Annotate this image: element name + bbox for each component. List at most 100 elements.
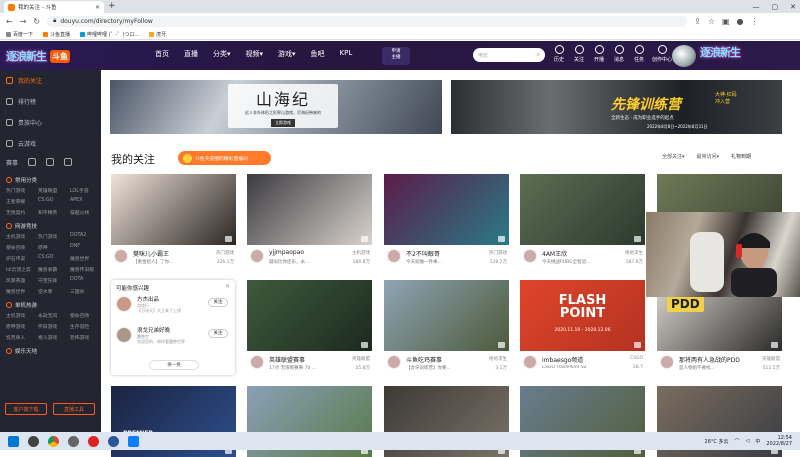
sidebar-category-link[interactable]: 王者荣耀 bbox=[6, 198, 38, 205]
nav-kpl[interactable]: KPL bbox=[340, 49, 353, 59]
sidebar-item-rank[interactable]: 排行榜 bbox=[0, 91, 101, 112]
browser-tab[interactable]: 我的关注 - 斗鱼 ✕ bbox=[4, 1, 104, 13]
wifi-icon[interactable]: ⌒ bbox=[734, 438, 739, 445]
stream-card-info[interactable]: imbaesgo频道 CSGO CSGO FlashPoint S2 28.7 bbox=[520, 351, 645, 385]
sidebar-category-link[interactable]: 和平精英 bbox=[38, 209, 70, 216]
sidebar-category-link[interactable]: 原神游戏 bbox=[6, 323, 38, 330]
sidebar-category-link[interactable]: DOTA bbox=[70, 277, 102, 284]
share-icon[interactable]: ⇪ bbox=[694, 17, 701, 26]
sidebar-category-link[interactable]: 逆水寒 bbox=[38, 288, 70, 295]
refresh-button[interactable]: 换一换 bbox=[149, 360, 199, 370]
filter-all-follows[interactable]: 全部关注▾ bbox=[662, 153, 685, 160]
follow-button[interactable]: 关注 bbox=[572, 45, 586, 63]
sidebar-category-link[interactable]: 热门游戏 bbox=[38, 233, 70, 240]
nav-fishbar[interactable]: 鱼吧 bbox=[311, 49, 325, 59]
sidebar-category-link[interactable]: 永劫无间 bbox=[38, 312, 70, 319]
new-tab-button[interactable]: + bbox=[108, 1, 116, 11]
stream-thumbnail[interactable] bbox=[384, 174, 509, 245]
user-avatar[interactable] bbox=[672, 45, 696, 67]
task-button[interactable]: 任务 bbox=[632, 45, 646, 63]
stream-thumbnail[interactable] bbox=[384, 280, 509, 351]
sidebar-category-link[interactable]: CS:GO bbox=[38, 198, 70, 205]
minimize-button[interactable]: — bbox=[753, 3, 760, 11]
stream-card-info[interactable]: 那将两有人急战的PDD 英雄联盟 是人物组不要找... 512.5万 bbox=[657, 351, 782, 385]
close-icon[interactable]: ✕ bbox=[225, 283, 230, 290]
sidebar-item-my-follow[interactable]: 我的关注 bbox=[0, 70, 101, 91]
banner-play-button[interactable]: 立即游戏 bbox=[271, 119, 295, 127]
app-icon[interactable] bbox=[128, 435, 139, 447]
menu-icon[interactable]: ⋮ bbox=[751, 17, 759, 26]
filter-most-visited[interactable]: 最常访问▾ bbox=[697, 153, 720, 160]
nav-home[interactable]: 首页 bbox=[155, 49, 169, 59]
sidebar-category-link[interactable]: 魔兽世界 bbox=[6, 288, 38, 295]
stream-thumbnail[interactable] bbox=[111, 174, 236, 245]
chrome-icon[interactable] bbox=[48, 435, 59, 447]
apply-streamer-button[interactable]: 申请 主播 bbox=[382, 47, 410, 65]
search-taskbar-icon[interactable] bbox=[28, 435, 39, 447]
sidebar-category-link[interactable]: 原神 bbox=[38, 244, 70, 251]
sidebar-category-link[interactable]: DOTA2 bbox=[70, 233, 102, 240]
event-label[interactable]: 赛事 bbox=[6, 158, 18, 167]
sidebar-category-link[interactable]: 热门游戏 bbox=[6, 187, 38, 194]
stream-card-info[interactable]: 不2不叫眼哥 热门游戏 今天就做一件事... 128.2万 bbox=[384, 245, 509, 279]
event-icon[interactable] bbox=[28, 158, 37, 166]
star-icon[interactable]: ☆ bbox=[708, 17, 715, 26]
go-live-button[interactable]: 开播 bbox=[592, 45, 606, 63]
reload-icon[interactable]: ↻ bbox=[33, 17, 40, 26]
sidebar-category-link[interactable]: 风暴英雄 bbox=[6, 277, 38, 284]
sidebar-item-vip[interactable]: 贵族中心 bbox=[0, 112, 101, 133]
sidebar-category-link[interactable]: 生存冒险 bbox=[70, 323, 102, 330]
close-tab-icon[interactable]: ✕ bbox=[95, 4, 100, 11]
sidebar-category-link[interactable]: 穿越火线 bbox=[70, 209, 102, 216]
sidebar-category-link[interactable]: DNF bbox=[70, 244, 102, 251]
event-icon[interactable] bbox=[46, 158, 55, 166]
site-logo[interactable]: 逐浪新生 斗鱼 bbox=[6, 44, 98, 68]
sidebar-category-link[interactable]: 魔兽怀旧服 bbox=[70, 266, 102, 273]
follow-button[interactable]: 关注 bbox=[208, 329, 228, 338]
sidebar-category-link[interactable]: 主机游戏 bbox=[6, 312, 38, 319]
nav-category[interactable]: 分类▾ bbox=[213, 49, 231, 59]
history-button[interactable]: 历史 bbox=[552, 45, 566, 63]
live-tool-button[interactable]: 直播工具 bbox=[53, 403, 95, 415]
stream-card-info[interactable]: 斗鱼吃鸡赛事 绝地求生 【虎牙训练营】你要... 3.1万 bbox=[384, 351, 509, 385]
stream-thumbnail[interactable] bbox=[520, 174, 645, 245]
recommend-item[interactable]: 浪戈兄弟好晚 魔兽世 欢迎您的，带你看魔兽世界 关注 bbox=[116, 326, 230, 348]
sidebar-category-link[interactable]: 格斗游戏 bbox=[38, 334, 70, 341]
stream-card-info[interactable]: 英雄联盟赛事 英雄联盟 17点 无限制赛事 70 ... 25.8万 bbox=[247, 351, 372, 385]
creator-center-button[interactable]: 创作中心 bbox=[652, 45, 672, 63]
stream-card-info[interactable]: 樊咪儿小霸王 热门游戏 【重金招人】了你... 326.1万 bbox=[111, 245, 236, 279]
sidebar-category-link[interactable]: 饥荒单人 bbox=[6, 334, 38, 341]
stream-thumbnail[interactable] bbox=[247, 280, 372, 351]
bookmark-item[interactable]: 斗鱼直播 bbox=[43, 31, 70, 38]
search-icon[interactable]: ⌕ bbox=[537, 51, 540, 59]
nav-games[interactable]: 游戏▾ bbox=[278, 49, 296, 59]
app-icon[interactable] bbox=[108, 435, 119, 447]
sidebar-category-link[interactable]: 无畏契约 bbox=[6, 209, 38, 216]
promo-pill[interactable]: 斗鱼夹皮圈的精彩直播间 bbox=[178, 151, 271, 165]
sidebar-category-link[interactable]: 主机游戏 bbox=[6, 233, 38, 240]
profile-icon[interactable]: ● bbox=[737, 17, 744, 26]
url-bar[interactable]: 🔒︎ douyu.com/directory/myFollow bbox=[47, 15, 688, 27]
bookmark-item[interactable]: 虎牙 bbox=[149, 31, 166, 38]
sidebar-item-cloud-game[interactable]: 云游戏 bbox=[0, 133, 101, 154]
recommend-item[interactable]: 方杰出品 游戏行 【万块天】大王来了上线 关注 bbox=[116, 295, 230, 317]
maximize-button[interactable]: ▢ bbox=[772, 3, 779, 11]
weather-text[interactable]: 26°C 多云 bbox=[705, 438, 729, 445]
search-input[interactable]: 电玩 ⌕ bbox=[473, 48, 545, 62]
bookmark-item[interactable]: 百度一下 bbox=[6, 31, 33, 38]
sidebar-category-link[interactable]: 魔兽争霸 bbox=[38, 266, 70, 273]
clock[interactable]: 12:54 2022/8/27 bbox=[766, 435, 792, 448]
stream-thumbnail[interactable] bbox=[247, 174, 372, 245]
nav-live[interactable]: 直播 bbox=[184, 49, 198, 59]
forward-icon[interactable]: → bbox=[20, 17, 27, 26]
sidebar-category-link[interactable]: 使命召唤 bbox=[70, 312, 102, 319]
bookmark-item[interactable]: 哔哩哔哩 (゜-゜)つロ... bbox=[80, 31, 139, 38]
app-icon[interactable] bbox=[88, 435, 99, 447]
banner-training-camp[interactable]: 先锋训练营 全新生态 · 成为职业选手的起点 大神·红码 冲入营 2022年8月… bbox=[451, 80, 782, 134]
start-button[interactable] bbox=[8, 435, 19, 447]
stream-thumbnail[interactable]: FLASH POINT 2020.11.10 - 2020.12.06 bbox=[520, 280, 645, 351]
banner-shanhaiji[interactable]: 山海纪 近人非外体形之形界山游戏，尽海纪带来的 立即游戏 bbox=[110, 80, 442, 134]
follow-button[interactable]: 关注 bbox=[208, 298, 228, 307]
sidebar-category-link[interactable]: 英雄联盟 bbox=[38, 187, 70, 194]
input-language[interactable]: 中 bbox=[755, 438, 760, 445]
